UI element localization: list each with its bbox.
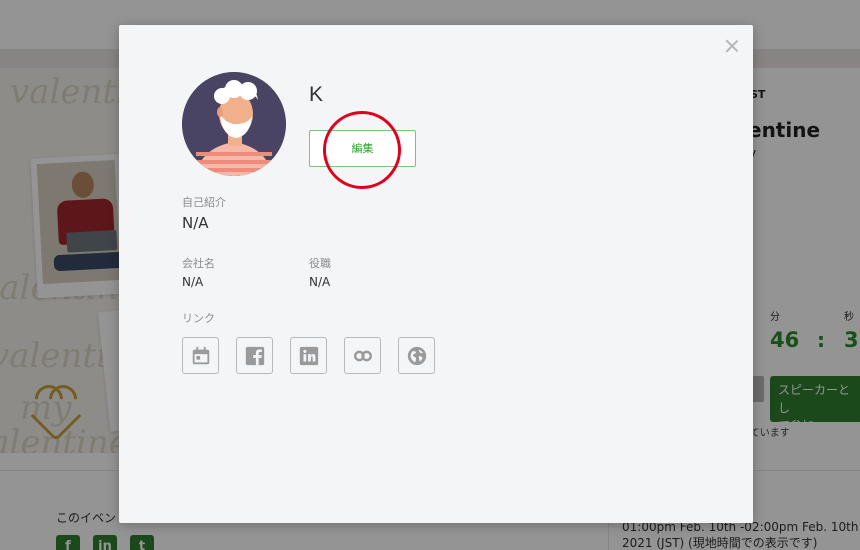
- website-link-button[interactable]: [398, 337, 435, 374]
- edit-profile-button[interactable]: 編集: [309, 130, 416, 167]
- user-name: K: [309, 83, 324, 106]
- profile-modal: K 編集 自己紹介 N/A 会社名 N/A 役職 N/A リンク: [119, 25, 753, 523]
- close-icon[interactable]: [725, 39, 739, 53]
- bio-value: N/A: [182, 214, 209, 232]
- company-value: N/A: [182, 275, 204, 289]
- links-label: リンク: [182, 312, 215, 325]
- facebook-link-button[interactable]: [236, 337, 273, 374]
- calendar-icon: [192, 346, 209, 364]
- link-chain-icon: [353, 350, 372, 361]
- link-icon-row: [182, 337, 435, 374]
- calendar-link-button[interactable]: [182, 337, 219, 374]
- company-label: 会社名: [182, 257, 215, 270]
- chain-link-button[interactable]: [344, 337, 381, 374]
- bio-label: 自己紹介: [182, 196, 226, 209]
- facebook-icon: [245, 346, 264, 365]
- avatar-illustration: [182, 72, 286, 176]
- globe-icon: [407, 346, 426, 365]
- linkedin-link-button[interactable]: [290, 337, 327, 374]
- role-label: 役職: [309, 257, 331, 270]
- avatar: [182, 72, 286, 176]
- role-value: N/A: [309, 275, 331, 289]
- linkedin-icon: [299, 346, 318, 365]
